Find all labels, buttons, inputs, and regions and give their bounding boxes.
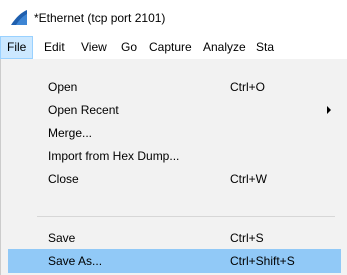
menu-item-label: Save As... (48, 254, 103, 268)
menu-item-save[interactable]: Save Ctrl+S (8, 226, 341, 250)
menu-item-merge[interactable]: Merge... (8, 121, 341, 145)
menu-item-close[interactable]: Close Ctrl+W (8, 167, 341, 191)
menu-edit[interactable]: Edit (38, 36, 71, 59)
menu-item-open[interactable]: Open Ctrl+O (8, 75, 341, 99)
menu-file[interactable]: File (0, 36, 34, 59)
menu-item-label: Open Recent (48, 103, 119, 117)
file-menu-dropdown: Open Ctrl+O Open Recent Merge... Import … (0, 59, 347, 275)
menu-item-shortcut: Ctrl+O (230, 80, 266, 94)
menu-item-shortcut: Ctrl+S (230, 231, 264, 245)
wireshark-fin-icon (11, 10, 27, 25)
menu-item-label: Merge... (48, 126, 93, 140)
submenu-arrow-icon (327, 106, 331, 114)
menu-view[interactable]: View (75, 36, 113, 59)
menu-item-label: Open (48, 80, 78, 94)
menu-item-label: Close (48, 172, 79, 186)
menu-item-save-as[interactable]: Save As... Ctrl+Shift+S (8, 249, 341, 273)
menu-analyze[interactable]: Analyze (197, 36, 252, 59)
menu-item-import-hex-dump[interactable]: Import from Hex Dump... (8, 144, 341, 168)
menu-capture[interactable]: Capture (143, 36, 198, 59)
menu-statistics[interactable]: Sta (250, 36, 280, 59)
menu-separator (37, 216, 335, 217)
menu-go[interactable]: Go (115, 36, 143, 59)
menu-item-shortcut: Ctrl+Shift+S (230, 254, 295, 268)
menu-item-open-recent[interactable]: Open Recent (8, 98, 341, 122)
window-title: *Ethernet (tcp port 2101) (34, 11, 166, 25)
title-bar: *Ethernet (tcp port 2101) (0, 0, 347, 36)
menu-item-shortcut: Ctrl+W (230, 172, 267, 186)
menu-item-label: Save (48, 231, 76, 245)
menu-bar: File Edit View Go Capture Analyze Sta (0, 36, 347, 59)
menu-item-label: Import from Hex Dump... (48, 149, 180, 163)
